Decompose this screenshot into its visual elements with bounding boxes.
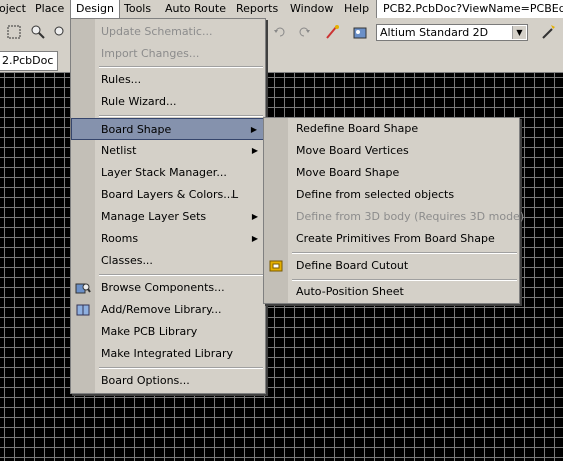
design-menu: Update Schematic... Import Changes... Ru… [70,18,266,394]
menu-item-label: Rooms [101,232,139,245]
board-shape-submenu: Redefine Board Shape Move Board Vertices… [263,117,524,304]
menu-item-redefine-board-shape[interactable]: Redefine Board Shape [264,118,519,140]
menu-place[interactable]: Place [30,0,69,18]
menu-item-rules[interactable]: Rules... [71,69,265,91]
menu-separator [99,66,263,68]
library-book-icon [75,303,91,317]
browse-components-icon [75,281,91,295]
menu-design[interactable]: Design [70,0,120,19]
menu-item-label: Board Layers & Colors... [101,188,234,201]
submenu-arrow-icon: ▶ [251,234,258,243]
view-config-value: Altium Standard 2D [380,26,489,39]
menu-item-label: Define Board Cutout [296,259,409,272]
undo-icon[interactable] [272,24,288,40]
menu-item-board-layers-colors[interactable]: Board Layers & Colors... L [71,184,265,206]
menu-item-label: Make PCB Library [101,325,198,338]
menu-separator [292,252,517,254]
zoom-area-icon[interactable] [52,24,68,40]
menu-item-move-board-vertices[interactable]: Move Board Vertices [264,140,519,162]
menu-item-manage-layer-sets[interactable]: Manage Layer Sets ▶ [71,206,265,228]
menu-auto-route[interactable]: Auto Route [160,0,231,18]
menu-item-label: Netlist [101,144,137,157]
menu-project[interactable]: oject [0,0,31,18]
cross-probe-icon[interactable] [324,24,340,40]
menu-item-board-options[interactable]: Board Options... [71,370,265,392]
submenu-arrow-icon: ▶ [251,146,258,155]
menu-item-label: Define from 3D body (Requires 3D mode) [296,210,525,223]
select-icon[interactable] [6,24,22,40]
menu-item-label: Redefine Board Shape [296,122,419,135]
redo-icon[interactable] [296,24,312,40]
menu-item-label: Rule Wizard... [101,95,177,108]
chevron-down-icon[interactable]: ▼ [512,26,526,39]
wand-icon[interactable] [540,24,556,40]
menu-item-move-board-shape[interactable]: Move Board Shape [264,162,519,184]
document-address: PCB2.PcbDoc?ViewName=PCBEditor; [376,0,563,18]
menu-item-make-pcb-library[interactable]: Make PCB Library [71,321,265,343]
menu-item-auto-position-sheet[interactable]: Auto-Position Sheet [264,281,519,303]
view-config-select[interactable]: Altium Standard 2D ▼ [376,24,528,41]
tab-pcbdoc[interactable]: 2.PcbDoc [0,51,59,71]
menu-item-label: Move Board Shape [296,166,400,179]
menu-item-update-schematic: Update Schematic... [71,21,265,43]
menu-help[interactable]: Help [339,0,374,18]
menu-item-label: Board Options... [101,374,190,387]
menu-item-label: Define from selected objects [296,188,455,201]
menu-item-browse-components[interactable]: Browse Components... [71,277,265,299]
menu-item-rule-wizard[interactable]: Rule Wizard... [71,91,265,113]
menu-reports[interactable]: Reports [231,0,283,18]
menu-separator [99,367,263,369]
menu-item-layer-stack-manager[interactable]: Layer Stack Manager... [71,162,265,184]
menu-item-label: Manage Layer Sets [101,210,207,223]
menu-item-define-from-3d-body: Define from 3D body (Requires 3D mode) [264,206,524,228]
menu-item-define-board-cutout[interactable]: Define Board Cutout [264,255,519,277]
menu-bar: oject Place Design Tools Auto Route Repo… [0,0,563,19]
menu-item-label: Browse Components... [101,281,225,294]
menu-item-label: Layer Stack Manager... [101,166,227,179]
menu-item-add-remove-library[interactable]: Add/Remove Library... [71,299,265,321]
menu-item-rooms[interactable]: Rooms ▶ [71,228,265,250]
menu-item-label: Update Schematic... [101,25,213,38]
board-cutout-icon [268,259,284,273]
menu-window[interactable]: Window [285,0,338,18]
menu-item-classes[interactable]: Classes... [71,250,265,272]
menu-tools[interactable]: Tools [119,0,156,18]
menu-item-label: Auto-Position Sheet [296,285,404,298]
menu-item-import-changes: Import Changes... [71,43,265,65]
menu-item-create-primitives[interactable]: Create Primitives From Board Shape [264,228,519,250]
menu-item-define-from-selected[interactable]: Define from selected objects [264,184,519,206]
menu-separator [99,274,263,276]
menu-item-label: Move Board Vertices [296,144,409,157]
menu-item-make-integrated-library[interactable]: Make Integrated Library [71,343,265,365]
submenu-arrow-icon: ▶ [250,125,257,134]
browse-icon[interactable] [352,24,368,40]
zoom-icon[interactable] [30,24,46,40]
menu-item-label: Add/Remove Library... [101,303,222,316]
menu-separator [99,115,263,117]
menu-item-label: Make Integrated Library [101,347,234,360]
menu-item-label: Classes... [101,254,153,267]
menu-item-label: Rules... [101,73,142,86]
menu-item-label: Import Changes... [101,47,200,60]
menu-item-label: Board Shape [101,123,172,136]
menu-item-board-shape[interactable]: Board Shape ▶ [71,118,265,140]
submenu-arrow-icon: ▶ [251,212,258,221]
menu-item-netlist[interactable]: Netlist ▶ [71,140,265,162]
menu-item-label: Create Primitives From Board Shape [296,232,495,245]
menu-item-shortcut: L [232,188,239,201]
